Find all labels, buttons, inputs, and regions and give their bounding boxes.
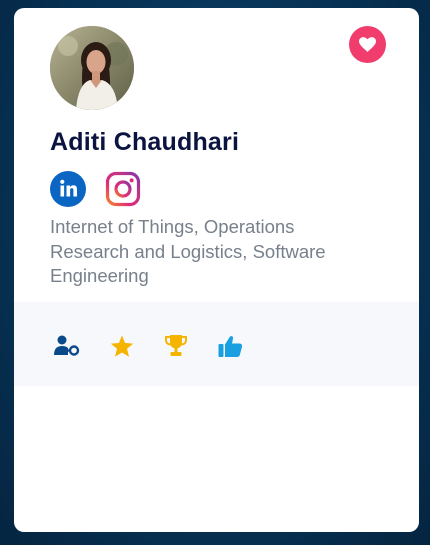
user-key-icon bbox=[54, 335, 80, 356]
like-button[interactable] bbox=[217, 334, 243, 358]
social-links bbox=[50, 171, 141, 207]
star-icon bbox=[110, 335, 134, 357]
trophy-button[interactable] bbox=[163, 334, 189, 358]
profile-name: Aditi Chaudhari bbox=[50, 128, 240, 156]
interests-text: Internet of Things, Operations Research … bbox=[50, 216, 326, 286]
connect-button[interactable] bbox=[54, 334, 80, 358]
linkedin-icon bbox=[50, 171, 86, 207]
instagram-icon bbox=[105, 171, 141, 207]
thumbs-up-icon bbox=[218, 335, 242, 357]
favorite-button[interactable] bbox=[349, 26, 386, 63]
linkedin-link[interactable] bbox=[50, 171, 86, 207]
star-button[interactable] bbox=[109, 334, 135, 358]
trophy-icon bbox=[165, 335, 187, 356]
profile-card: Aditi Chaudhari Internet of Things, Oper… bbox=[14, 8, 419, 532]
avatar-photo bbox=[50, 26, 134, 110]
heart-icon bbox=[359, 37, 376, 52]
instagram-link[interactable] bbox=[105, 171, 141, 207]
avatar[interactable] bbox=[50, 26, 134, 110]
